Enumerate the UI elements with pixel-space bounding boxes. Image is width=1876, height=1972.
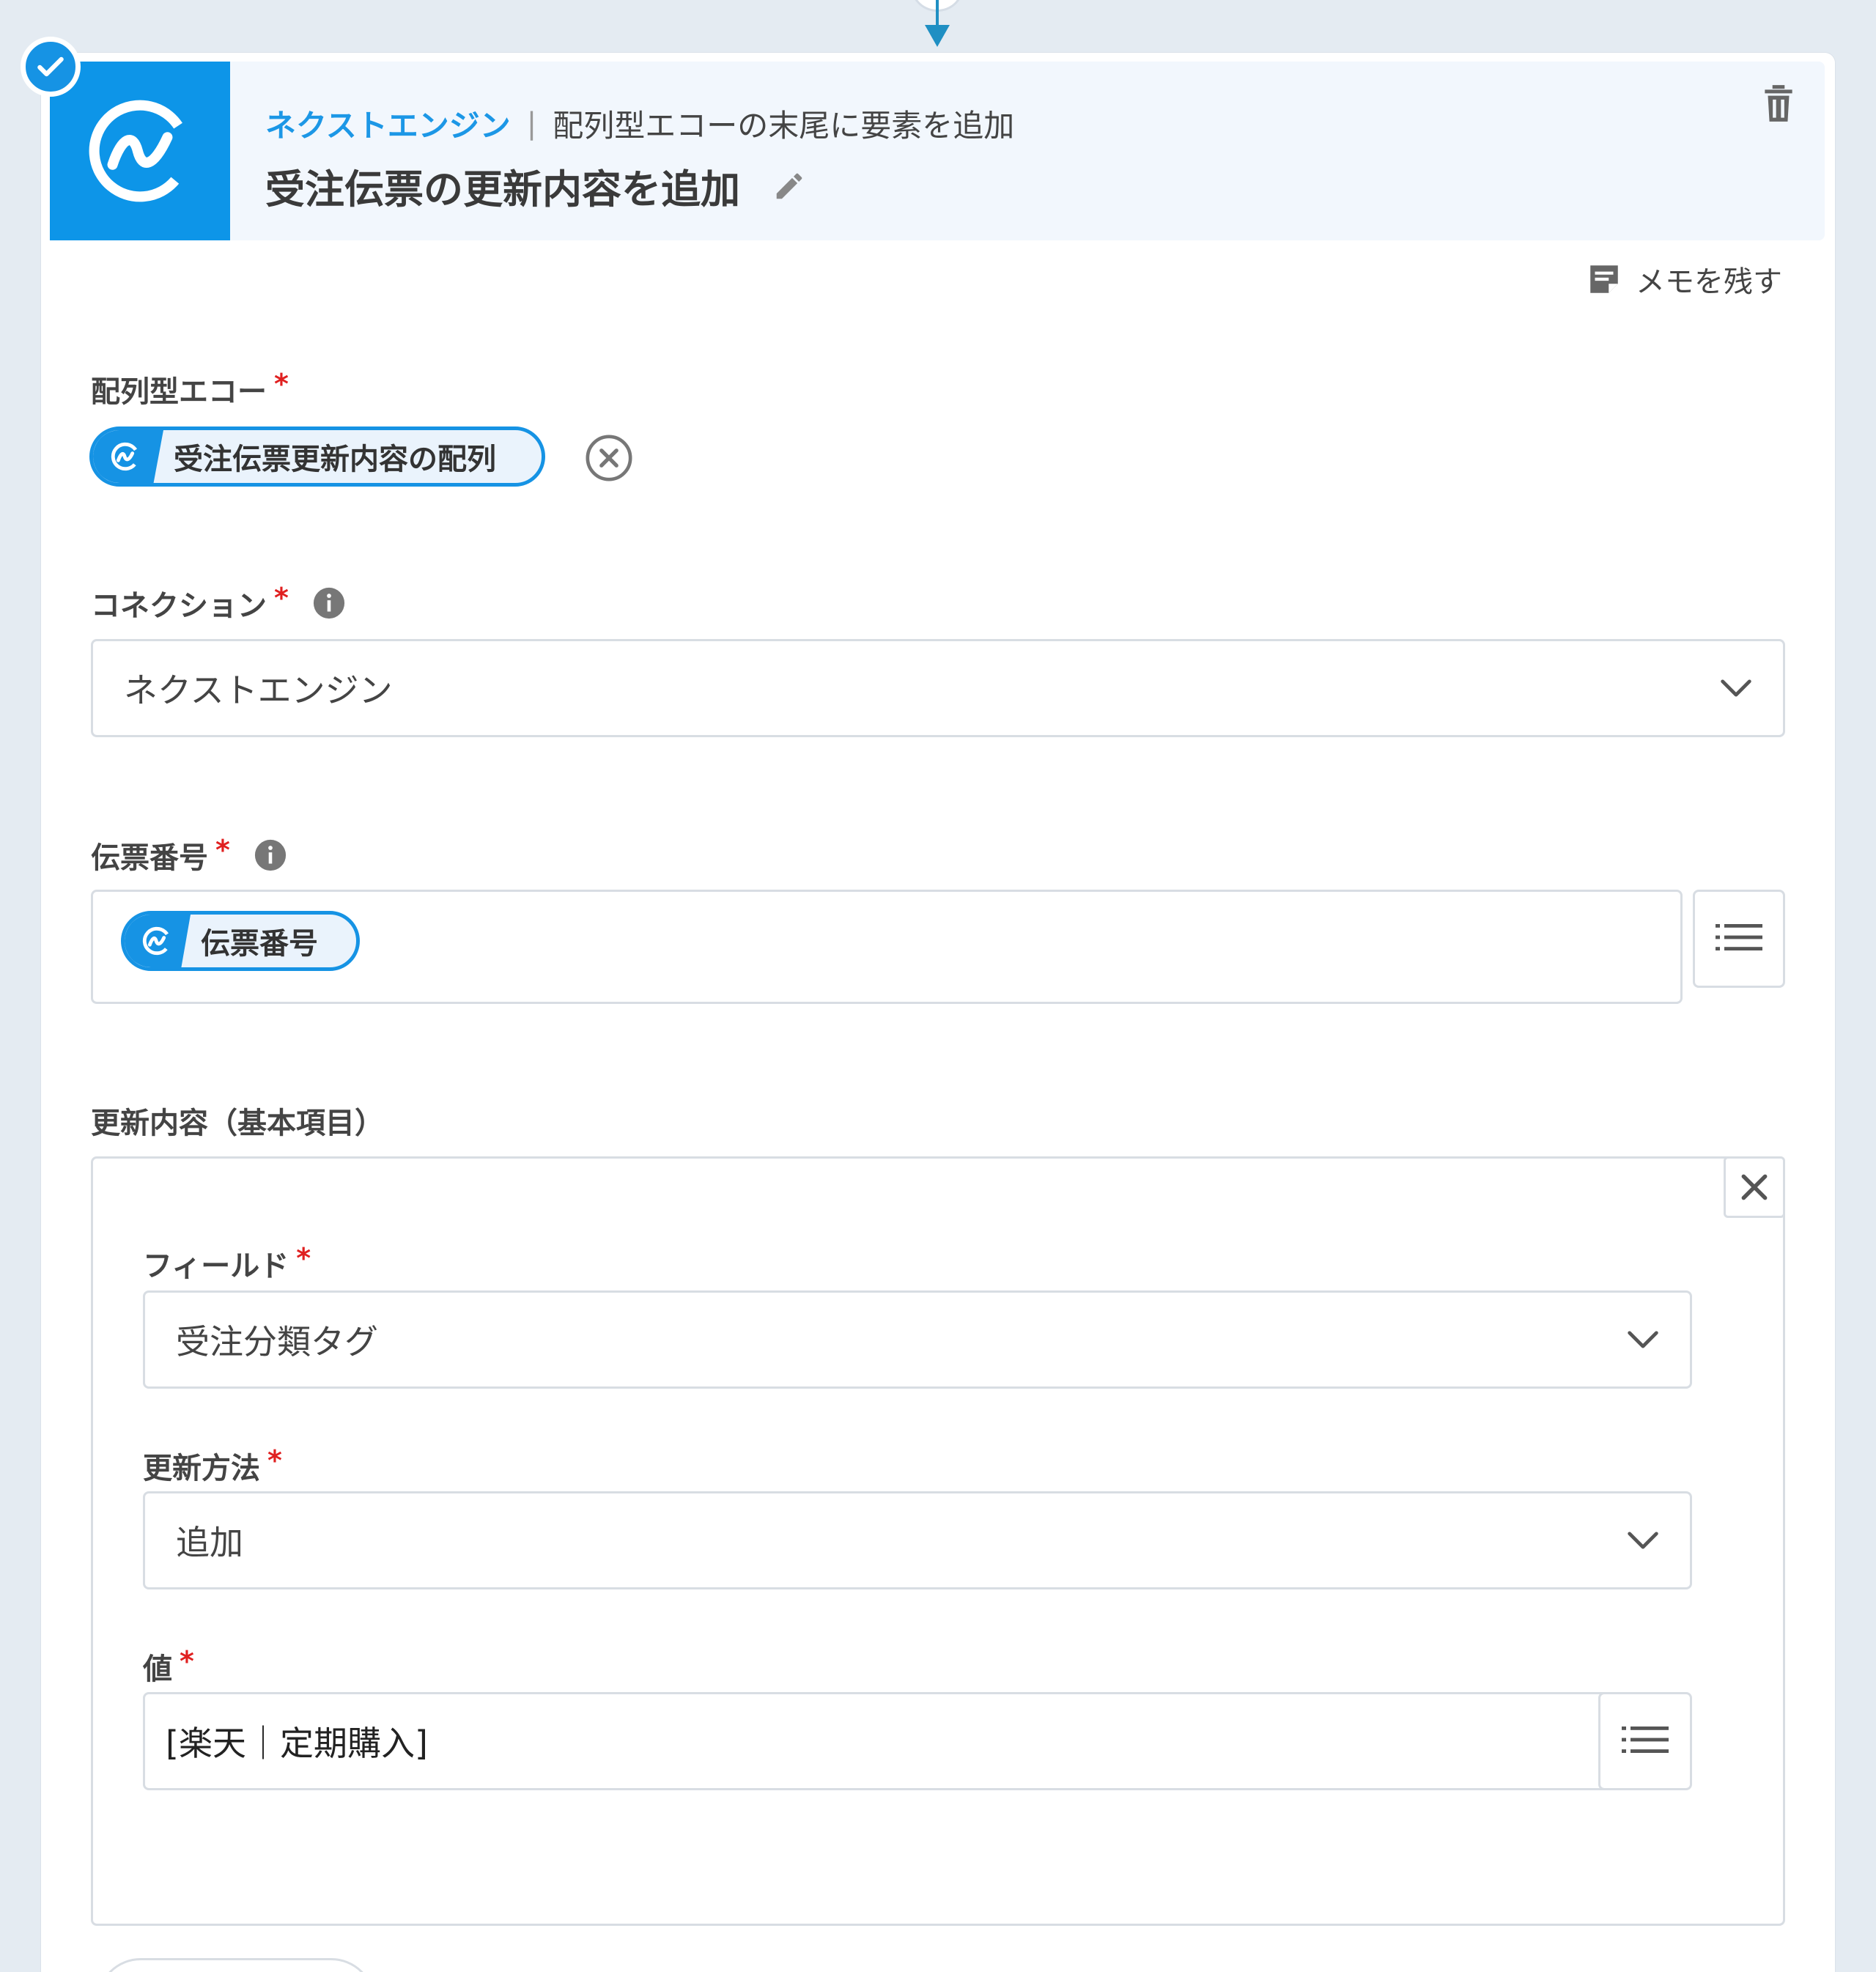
update-content-label: 更新内容（基本項目） (91, 1099, 384, 1142)
slip-number-pill-text: 伝票番号 (201, 927, 318, 961)
required-mark: * (274, 368, 289, 400)
connection-selected-value: ネクストエンジン (124, 671, 393, 710)
update-content-group: フィールド * 受注分類タグ 更新方法 * 追加 値 * [楽天｜定期購入] (91, 1156, 1785, 1926)
trash-icon[interactable] (1760, 82, 1797, 128)
flow-arrow-icon (925, 25, 950, 47)
value-label-text: 値 (143, 1652, 172, 1686)
memo-button[interactable]: メモを残す (1586, 258, 1782, 300)
array-echo-label: 配列型エコー * (91, 368, 289, 410)
next-engine-logo-icon (50, 62, 230, 240)
method-select[interactable]: 追加 (143, 1491, 1692, 1589)
breadcrumb-separator: | (526, 106, 537, 141)
field-label-text: フィールド (143, 1249, 289, 1283)
info-icon[interactable] (254, 838, 287, 872)
field-select[interactable]: 受注分類タグ (143, 1290, 1692, 1389)
pencil-icon[interactable] (772, 169, 806, 203)
array-echo-label-text: 配列型エコー (91, 375, 267, 409)
required-mark: * (296, 1242, 311, 1274)
slip-number-label-text: 伝票番号 (91, 841, 208, 875)
list-icon (1716, 923, 1762, 955)
next-engine-logo-icon (93, 430, 163, 483)
field-selected-value: 受注分類タグ (176, 1322, 378, 1362)
method-label-text: 更新方法 (143, 1452, 260, 1485)
info-icon[interactable] (312, 586, 346, 620)
memo-icon (1586, 261, 1622, 298)
value-label: 値 * (143, 1645, 194, 1688)
connection-label-text: コネクション (91, 589, 267, 623)
chevron-down-icon (1627, 1530, 1659, 1551)
method-label: 更新方法 * (143, 1444, 282, 1487)
slip-number-list-button[interactable] (1693, 890, 1785, 988)
method-selected-value: 追加 (176, 1523, 243, 1562)
slip-number-input[interactable]: 伝票番号 (91, 890, 1683, 1004)
chevron-down-icon (1627, 1329, 1659, 1350)
slip-number-label: 伝票番号 * (91, 834, 287, 876)
field-label: フィールド * (143, 1242, 311, 1285)
value-list-button[interactable] (1598, 1692, 1692, 1790)
memo-label: メモを残す (1636, 265, 1782, 299)
required-mark: * (274, 582, 289, 614)
app-name[interactable]: ネクストエンジン (265, 101, 511, 146)
connection-label: コネクション * (91, 582, 346, 624)
update-content-label-text: 更新内容（基本項目） (91, 1107, 384, 1140)
connection-select[interactable]: ネクストエンジン (91, 639, 1785, 737)
check-icon (21, 37, 81, 97)
required-mark: * (180, 1645, 194, 1677)
step-title-row: 受注伝票の更新内容を追加 (265, 157, 806, 215)
breadcrumb: ネクストエンジン | 配列型エコーの末尾に要素を追加 (265, 101, 1014, 146)
array-echo-pill[interactable]: 受注伝票更新内容の配列 (89, 426, 545, 487)
list-icon (1622, 1725, 1669, 1757)
close-icon[interactable] (1724, 1156, 1785, 1218)
required-mark: * (215, 834, 230, 866)
value-input[interactable]: [楽天｜定期購入] (143, 1692, 1631, 1790)
slip-number-pill[interactable]: 伝票番号 (121, 911, 360, 971)
step-title: 受注伝票の更新内容を追加 (265, 166, 740, 213)
chevron-down-icon (1720, 678, 1752, 698)
array-echo-pill-text: 受注伝票更新内容の配列 (174, 443, 496, 476)
required-mark: * (267, 1444, 282, 1477)
step-card: ネクストエンジン | 配列型エコーの末尾に要素を追加 受注伝票の更新内容を追加 … (41, 53, 1835, 1972)
step-header: ネクストエンジン | 配列型エコーの末尾に要素を追加 受注伝票の更新内容を追加 (50, 62, 1825, 240)
next-engine-logo-icon (125, 915, 191, 967)
circle-x-icon[interactable] (583, 432, 635, 487)
value-input-text: [楽天｜定期購入] (166, 1724, 428, 1763)
add-item-button[interactable] (97, 1958, 375, 1972)
action-name: 配列型エコーの末尾に要素を追加 (553, 108, 1015, 144)
